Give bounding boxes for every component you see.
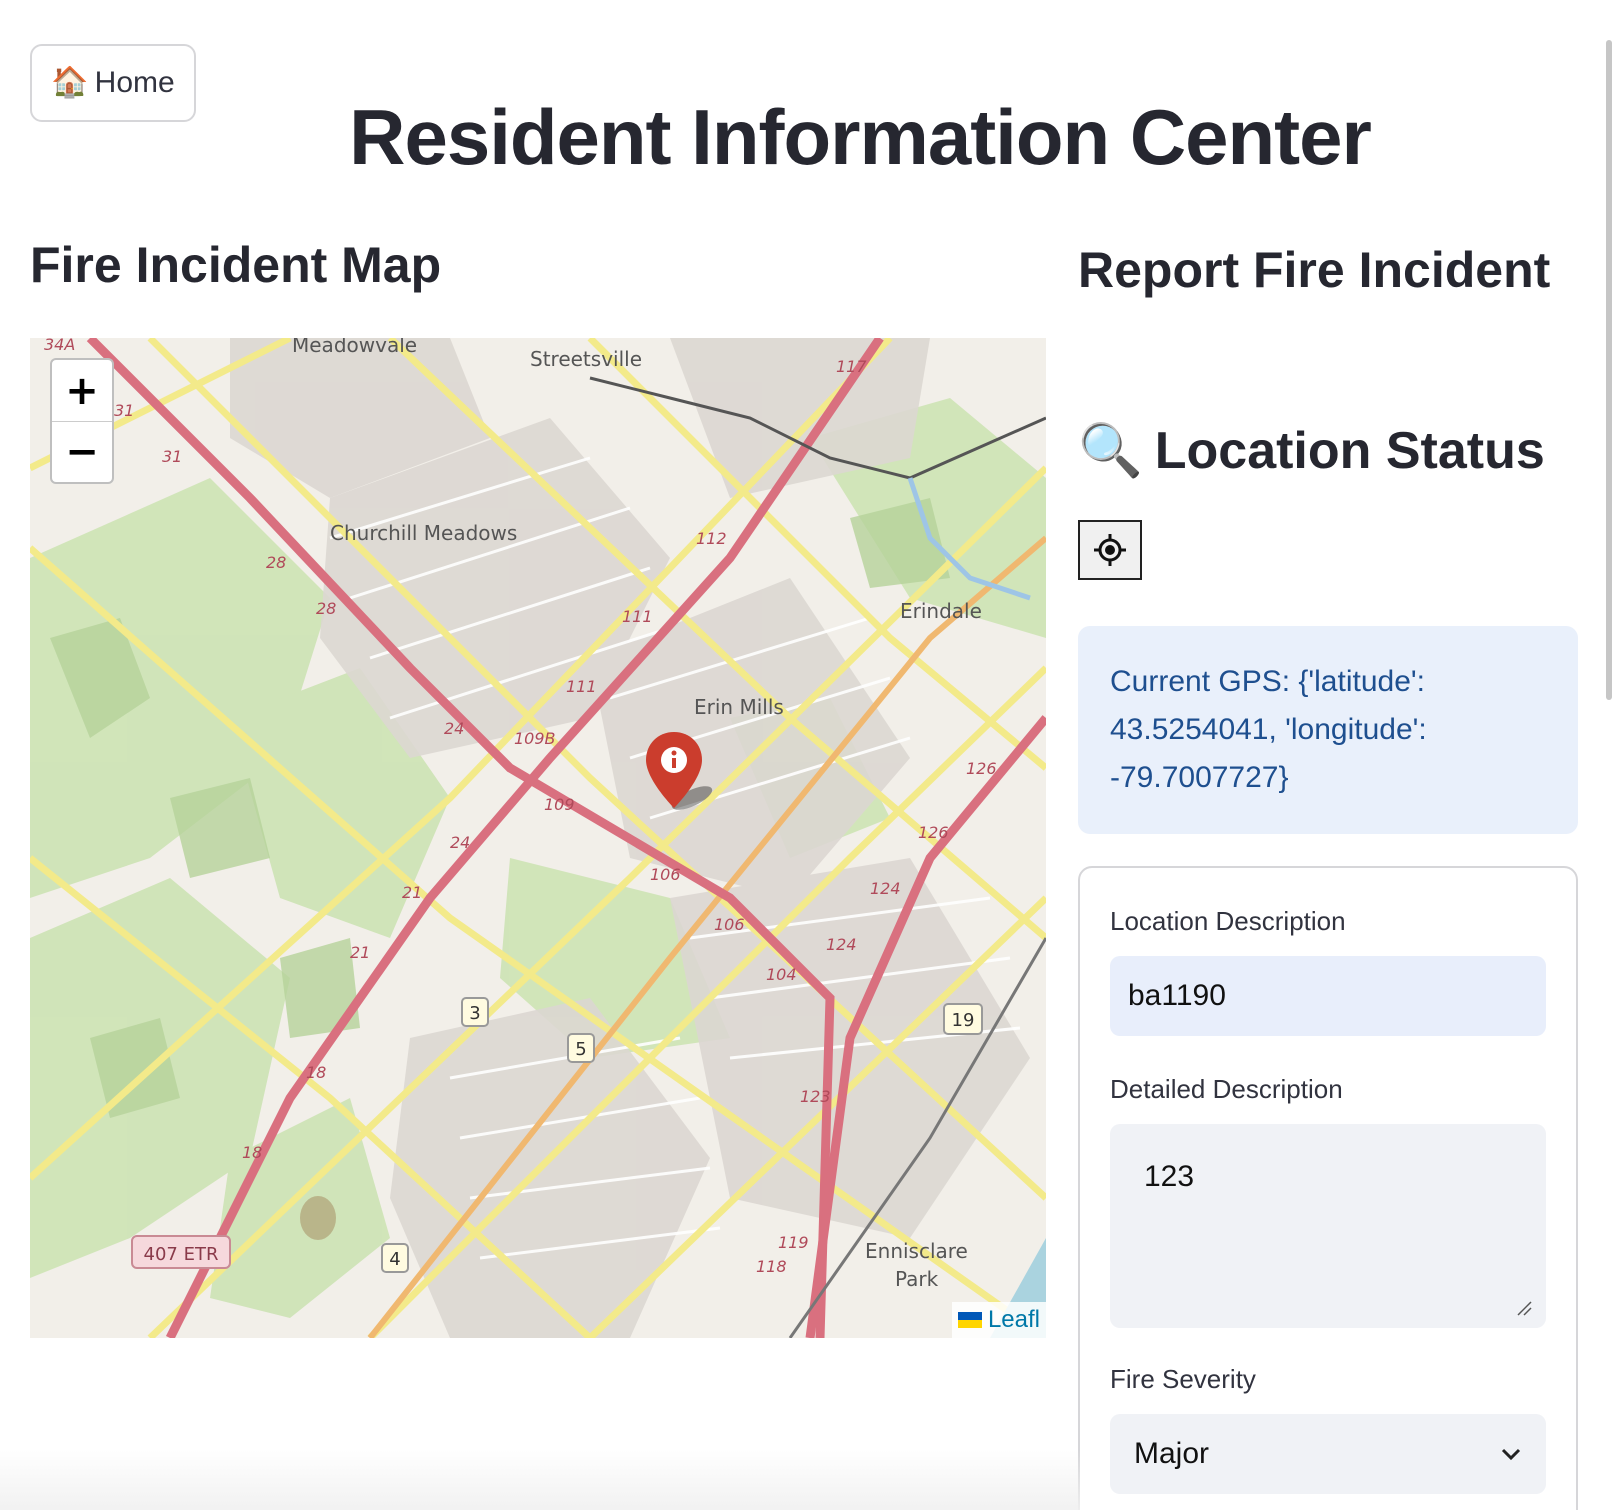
map-place-label: Park — [895, 1267, 939, 1291]
page-title: Resident Information Center — [349, 93, 1372, 181]
fire-severity-label: Fire Severity — [1110, 1364, 1256, 1394]
map-tiles: Meadowvale Streetsville Churchill Meadow… — [30, 338, 1046, 1338]
get-location-button[interactable] — [1078, 520, 1142, 580]
map-shield: 19 — [943, 1003, 983, 1035]
map-shield-407: 407 ETR — [131, 1235, 231, 1269]
map-heading: Fire Incident Map — [30, 237, 442, 293]
map-road-label: 126 — [966, 759, 997, 778]
map-road-label: 119 — [778, 1233, 809, 1252]
crosshair-icon — [1094, 534, 1126, 566]
map-road-label: 111 — [622, 607, 653, 626]
map-road-label: 123 — [800, 1087, 831, 1106]
detailed-description-value: 123 — [1144, 1160, 1195, 1193]
fire-severity-value: Major — [1134, 1437, 1210, 1470]
map-shield: 3 — [461, 997, 489, 1027]
map-road-label: 109B — [514, 729, 556, 748]
map-road-label: 31 — [114, 401, 134, 420]
fire-incident-map[interactable]: Meadowvale Streetsville Churchill Meadow… — [30, 338, 1046, 1338]
map-place-label: Erin Mills — [694, 695, 784, 719]
map-road-label: 18 — [242, 1143, 262, 1162]
gps-info-box: Current GPS: {'latitude': 43.5254041, 'l… — [1078, 626, 1578, 834]
map-shield-label: 3 — [469, 1003, 480, 1024]
map-road-label: 34A — [44, 338, 75, 354]
location-status-label: Location Status — [1154, 421, 1545, 480]
map-road-label: 111 — [566, 677, 597, 696]
map-place-label: Streetsville — [530, 347, 642, 371]
map-road-label: 118 — [756, 1257, 787, 1276]
map-shield-label: 19 — [952, 1010, 975, 1031]
map-shield: 4 — [381, 1243, 409, 1273]
ukraine-flag-icon — [957, 1312, 982, 1328]
location-description-label: Location Description — [1110, 906, 1346, 936]
detailed-description-textarea[interactable]: 123 — [1110, 1124, 1546, 1328]
report-heading: Report Fire Incident — [1078, 242, 1551, 298]
map-road-label: 106 — [650, 865, 681, 884]
map-road-label: 28 — [266, 553, 286, 572]
map-road-label: 21 — [402, 883, 422, 902]
detailed-description-label: Detailed Description — [1110, 1074, 1343, 1104]
map-zoom-control: + − — [50, 358, 114, 484]
map-shield: 5 — [567, 1033, 595, 1063]
map-road-label: 109 — [544, 795, 575, 814]
map-attribution[interactable]: Leafl — [951, 1302, 1046, 1338]
magnifier-icon: 🔍 — [1078, 422, 1143, 480]
report-form: Location Description Detailed Descriptio… — [1078, 866, 1578, 1510]
zoom-in-button[interactable]: + — [52, 360, 112, 421]
map-road-label: 21 — [350, 943, 370, 962]
fire-severity-select[interactable]: Major — [1110, 1414, 1546, 1494]
map-place-label: Erindale — [900, 599, 982, 623]
map-road-label: 24 — [450, 833, 470, 852]
map-road-label: 124 — [826, 935, 857, 954]
attribution-label: Leafl — [987, 1306, 1040, 1333]
zoom-out-button[interactable]: − — [52, 421, 112, 482]
map-road-label: 124 — [870, 879, 901, 898]
info-marker-icon[interactable] — [644, 728, 724, 818]
map-road-label: 106 — [714, 915, 745, 934]
map-place-label: Meadowvale — [292, 338, 417, 357]
resize-grip-icon[interactable] — [1516, 1300, 1532, 1316]
map-place-label: Churchill Meadows — [330, 521, 517, 545]
map-road-label: 126 — [918, 823, 949, 842]
map-road-label: 28 — [316, 599, 336, 618]
chevron-down-icon — [1501, 1448, 1521, 1461]
gps-info-text: Current GPS: {'latitude': 43.5254041, 'l… — [1110, 665, 1427, 794]
bottom-fade — [0, 1450, 1080, 1510]
map-road-label: 104 — [766, 965, 797, 984]
map-road-label: 112 — [696, 529, 727, 548]
map-shield-label: 4 — [389, 1249, 400, 1270]
location-description-input[interactable] — [1110, 956, 1546, 1036]
map-road-label: 24 — [444, 719, 464, 738]
map-shield-label: 407 ETR — [144, 1244, 219, 1265]
map-road-label: 18 — [306, 1063, 326, 1082]
location-status-heading: 🔍 Location Status — [1078, 420, 1545, 481]
map-road-label: 117 — [836, 357, 867, 376]
page-scrollbar[interactable] — [1606, 40, 1612, 700]
map-road-label: 31 — [162, 447, 182, 466]
map-shield-label: 5 — [575, 1039, 586, 1060]
map-place-label: Ennisclare — [865, 1239, 968, 1263]
